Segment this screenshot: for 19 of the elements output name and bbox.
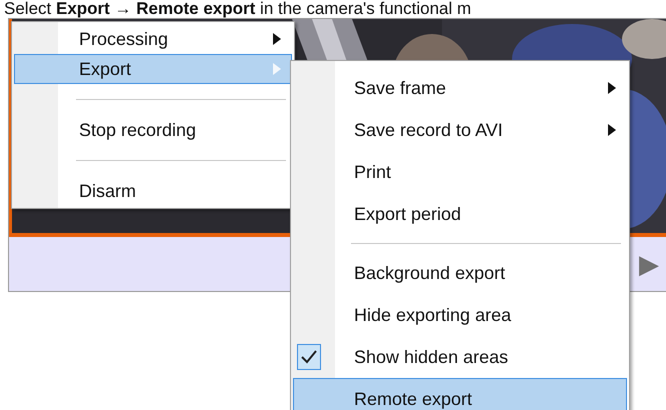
menu-item[interactable]: Export period [293,193,627,235]
submenu-arrow-icon [273,63,281,75]
play-button[interactable]: ▶ [639,251,659,277]
submenu-arrow-icon [273,33,281,45]
menu-item[interactable]: Stop recording [14,115,292,145]
instruction-text: Select Export → Remote export in the camera's functional m [3,0,472,18]
checkmark-icon [297,344,321,370]
menu-item[interactable]: Remote export [293,378,627,410]
menu-item[interactable]: Export [14,54,292,84]
menu-item[interactable]: Hide exporting area [293,294,627,336]
menu-item[interactable]: Background export [293,252,627,294]
menu-item[interactable]: Processing [14,24,292,54]
menu-item[interactable]: Save frame [293,67,627,109]
menu-item[interactable]: Print [293,151,627,193]
menu-item[interactable]: Show hidden areas [293,336,627,378]
submenu-arrow-icon [608,124,616,136]
submenu-arrow-icon [608,82,616,94]
menu-item[interactable]: Disarm [14,176,292,206]
menu-item[interactable]: Save record to AVI [293,109,627,151]
